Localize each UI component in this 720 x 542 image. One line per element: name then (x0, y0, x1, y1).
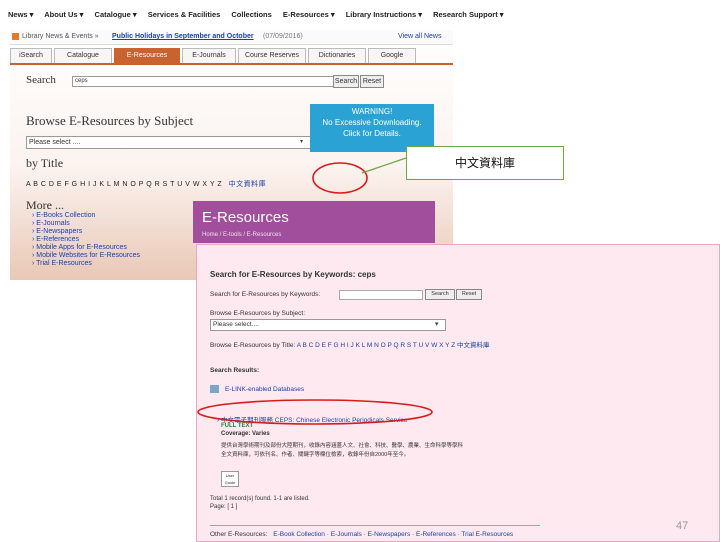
title-letter-links: A B C D E F G H I J K L M N O P Q R S T … (26, 179, 266, 189)
search-results-label: Search Results: (210, 367, 260, 374)
browse-by-subject-title: Browse E-Resources by Subject (26, 113, 194, 128)
search-tabs: iSearch Catalogue E-Resources E-Journals… (10, 48, 453, 64)
total-records: Total 1 record(s) found. 1-1 are listed. (210, 496, 310, 502)
breadcrumb: Home / E-tools / E-Resources (202, 232, 282, 238)
letter-links[interactable]: A B C D E F G H I J K L M N O P Q R S T … (26, 181, 222, 188)
news-headline[interactable]: Public Holidays in September and October (112, 33, 254, 40)
keywords-label: Search for E-Resources by Keywords: (210, 291, 321, 298)
nav-about-us[interactable]: About Us ▾ (44, 10, 83, 19)
tab-catalogue[interactable]: Catalogue (54, 48, 112, 64)
e-resources-header-screenshot: E-Resources Home / E-tools / E-Resources (193, 201, 435, 243)
by-title-label: by Title (26, 156, 64, 170)
footer-link-trial-e-resources[interactable]: Trial E-Resources (461, 531, 513, 538)
results-reset-button[interactable]: Reset (456, 289, 482, 300)
slide-page-number: 47 (676, 520, 689, 532)
full-text-badge: FULL TEXT (221, 423, 254, 429)
reset-button[interactable]: Reset (360, 75, 384, 88)
footer-link-e-book-collection[interactable]: E-Book Collection (273, 531, 325, 538)
more-link-e-books[interactable]: › E-Books Collection (32, 212, 95, 219)
result-description-2: 全文資料庫，可依刊名、作者、關鍵字等欄位檢索，收錄年份自2000年至今。 (221, 452, 410, 458)
browse-subject-label: Browse E-Resources by Subject: (210, 310, 306, 317)
view-all-news-link[interactable]: View all News (398, 33, 441, 40)
news-date: (07/09/2016) (263, 33, 303, 40)
tab-course-reserves[interactable]: Course Reserves (238, 48, 306, 64)
search-label: Search (26, 74, 56, 86)
chinese-databases-link[interactable]: 中文資料庫 (229, 181, 267, 188)
coverage-text: Coverage: Varies (221, 431, 270, 437)
results-letter-links[interactable]: A B C D E F G H I J K L M N O P Q R S T … (297, 342, 490, 349)
tab-isearch[interactable]: iSearch (10, 48, 52, 64)
nav-services-facilities[interactable]: Services & Facilities (148, 10, 221, 19)
more-label: More ... (26, 198, 64, 212)
more-link-mobile-apps[interactable]: › Mobile Apps for E-Resources (32, 244, 127, 251)
tab-google[interactable]: Google (368, 48, 416, 64)
tab-dictionaries[interactable]: Dictionaries (308, 48, 366, 64)
rss-icon (12, 33, 19, 40)
results-subject-select[interactable]: Please select.... (210, 319, 446, 331)
footer-link-e-newspapers[interactable]: E-Newspapers (368, 531, 411, 538)
e-link-icon (210, 385, 219, 393)
more-link-e-references[interactable]: › E-References (32, 236, 79, 243)
chevron-down-icon[interactable]: ▾ (435, 320, 439, 328)
footer-divider (210, 525, 540, 526)
other-e-resources-footer: Other E-Resources: E-Book Collection · E… (210, 531, 514, 538)
chevron-down-icon[interactable]: ▾ (300, 138, 303, 145)
tab-underline (10, 63, 453, 65)
nav-e-resources[interactable]: E-Resources ▾ (283, 10, 335, 19)
nav-research-support[interactable]: Research Support ▾ (433, 10, 503, 19)
nav-catalogue[interactable]: Catalogue ▾ (95, 10, 137, 19)
results-search-button[interactable]: Search (425, 289, 455, 300)
search-button[interactable]: Search (333, 75, 359, 88)
footer-link-e-references[interactable]: E-References (416, 531, 456, 538)
page-title: E-Resources (202, 209, 289, 226)
footer-label: Other E-Resources: (210, 531, 268, 538)
tab-e-resources[interactable]: E-Resources (114, 48, 180, 64)
keywords-input[interactable] (339, 290, 423, 300)
warning-line-3: Click for Details. (343, 129, 401, 138)
nav-collections[interactable]: Collections (231, 10, 271, 19)
pagination[interactable]: Page: [ 1 ] (210, 504, 237, 510)
warning-line-1: WARNING! (351, 107, 393, 116)
more-link-e-journals[interactable]: › E-Journals (32, 220, 70, 227)
subject-select[interactable]: Please select .... (26, 136, 312, 149)
nav-library-instructions[interactable]: Library Instructions ▾ (346, 10, 422, 19)
search-results-screenshot: Search for E-Resources by Keywords: ceps… (196, 244, 720, 542)
more-link-trial-e-resources[interactable]: › Trial E-Resources (32, 260, 92, 267)
more-link-mobile-websites[interactable]: › Mobile Websites for E-Resources (32, 252, 140, 259)
news-bar: Library News & Events » Public Holidays … (10, 30, 453, 45)
browse-title-row: Browse E-Resources by Title: A B C D E F… (210, 339, 489, 349)
footer-link-e-journals[interactable]: E-Journals (331, 531, 362, 538)
callout-chinese-databases: 中文資料庫 (406, 146, 564, 180)
warning-line-2: No Excessive Downloading. (322, 118, 422, 127)
results-heading: Search for E-Resources by Keywords: ceps (210, 270, 376, 279)
news-label: Library News & Events » (22, 33, 99, 40)
e-link-databases-link[interactable]: E-LINK-enabled Databases (225, 386, 304, 393)
search-input[interactable]: ceps (72, 76, 334, 87)
more-link-e-newspapers[interactable]: › E-Newspapers (32, 228, 82, 235)
nav-news[interactable]: News ▾ (8, 10, 33, 19)
browse-title-label: Browse E-Resources by Title: (210, 342, 296, 349)
user-guide-icon[interactable]: User Guide (221, 471, 239, 487)
result-description-1: 提供台灣學術期刊及部份大陸期刊，收錄內容涵蓋人文、社會、科技、醫學、農業、生命科… (221, 443, 464, 449)
warning-banner[interactable]: WARNING! No Excessive Downloading. Click… (310, 104, 434, 152)
tab-e-journals[interactable]: E-Journals (182, 48, 236, 64)
top-navigation: News ▾ About Us ▾ Catalogue ▾ Services &… (8, 10, 504, 26)
